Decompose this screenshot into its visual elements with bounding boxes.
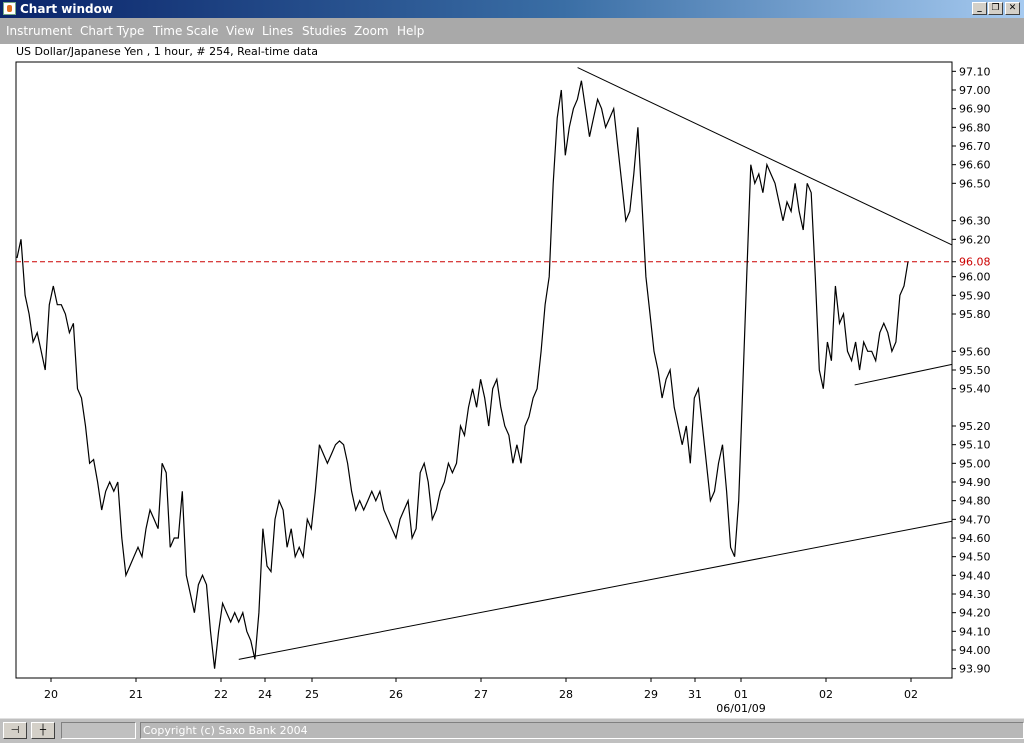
y-tick-label: 95.60 bbox=[959, 345, 991, 358]
menu-bar: Instrument Chart Type Time Scale View Li… bbox=[0, 18, 1024, 44]
y-tick-label: 95.10 bbox=[959, 439, 991, 452]
y-tick-label: 95.40 bbox=[959, 383, 991, 396]
x-tick-label: 26 bbox=[389, 688, 403, 701]
y-tick-label: 94.00 bbox=[959, 644, 991, 657]
x-tick-label: 22 bbox=[214, 688, 228, 701]
y-tick-label: 95.80 bbox=[959, 308, 991, 321]
y-tick-label: 94.20 bbox=[959, 607, 991, 620]
y-tick-label: 94.40 bbox=[959, 569, 991, 582]
y-tick-label: 93.90 bbox=[959, 663, 991, 676]
y-tick-label: 94.80 bbox=[959, 495, 991, 508]
x-date-label: 06/01/09 bbox=[716, 702, 765, 715]
y-tick-label: 97.00 bbox=[959, 84, 991, 97]
x-tick-label: 01 bbox=[734, 688, 748, 701]
y-tick-label: 96.90 bbox=[959, 103, 991, 116]
menu-studies[interactable]: Studies bbox=[302, 24, 347, 38]
y-tick-label: 96.80 bbox=[959, 121, 991, 134]
crosshair-icon: ┼ bbox=[39, 725, 47, 736]
y-tick-label: 94.10 bbox=[959, 625, 991, 638]
menu-instrument[interactable]: Instrument bbox=[6, 24, 72, 38]
menu-zoom[interactable]: Zoom bbox=[354, 24, 389, 38]
y-tick-label: 95.20 bbox=[959, 420, 991, 433]
menu-view[interactable]: View bbox=[226, 24, 254, 38]
y-tick-label: 96.50 bbox=[959, 177, 991, 190]
x-tick-label: 20 bbox=[44, 688, 58, 701]
y-tick-label: 96.30 bbox=[959, 215, 991, 228]
status-panel bbox=[61, 722, 136, 739]
crosshair-button[interactable]: ┼ bbox=[31, 722, 55, 739]
window-title: Chart window bbox=[20, 2, 113, 16]
y-tick-label: 96.60 bbox=[959, 159, 991, 172]
y-tick-label: 94.50 bbox=[959, 551, 991, 564]
x-tick-label: 24 bbox=[258, 688, 272, 701]
status-bar: ⊣ ┼ Copyright (c) Saxo Bank 2004 bbox=[0, 718, 1024, 743]
pin-icon: ⊣ bbox=[10, 725, 20, 736]
x-tick-label: 29 bbox=[644, 688, 658, 701]
close-button[interactable]: ✕ bbox=[1005, 2, 1020, 15]
x-tick-label: 02 bbox=[904, 688, 918, 701]
menu-help[interactable]: Help bbox=[397, 24, 424, 38]
x-tick-label: 27 bbox=[474, 688, 488, 701]
x-tick-label: 02 bbox=[819, 688, 833, 701]
y-tick-label: 96.20 bbox=[959, 233, 991, 246]
y-tick-label: 96.70 bbox=[959, 140, 991, 153]
copyright-text: Copyright (c) Saxo Bank 2004 bbox=[140, 722, 1024, 739]
y-tick-label: 95.50 bbox=[959, 364, 991, 377]
y-tick-label: 94.30 bbox=[959, 588, 991, 601]
y-tick-label: 96.08 bbox=[959, 256, 991, 269]
y-tick-label: 95.00 bbox=[959, 457, 991, 470]
x-tick-label: 28 bbox=[559, 688, 573, 701]
pin-button[interactable]: ⊣ bbox=[3, 722, 27, 739]
x-tick-label: 31 bbox=[688, 688, 702, 701]
menu-time-scale[interactable]: Time Scale bbox=[153, 24, 218, 38]
y-tick-label: 94.70 bbox=[959, 513, 991, 526]
x-tick-label: 21 bbox=[129, 688, 143, 701]
x-tick-label: 25 bbox=[305, 688, 319, 701]
y-tick-label: 96.00 bbox=[959, 271, 991, 284]
chart-panel[interactable]: US Dollar/Japanese Yen , 1 hour, # 254, … bbox=[0, 44, 1024, 718]
y-tick-label: 94.60 bbox=[959, 532, 991, 545]
y-tick-label: 97.10 bbox=[959, 65, 991, 78]
plot-frame bbox=[15, 61, 953, 679]
minimize-button[interactable]: _ bbox=[972, 2, 987, 15]
y-tick-label: 94.90 bbox=[959, 476, 991, 489]
title-bar: Chart window _ ❐ ✕ bbox=[0, 0, 1024, 18]
restore-button[interactable]: ❐ bbox=[988, 2, 1003, 15]
java-cup-icon bbox=[3, 2, 16, 15]
menu-lines[interactable]: Lines bbox=[262, 24, 293, 38]
menu-chart-type[interactable]: Chart Type bbox=[80, 24, 144, 38]
price-chart[interactable]: 97.10 97.00 96.90 96.80 96.70 96.60 96.50 96.30… bbox=[0, 44, 1024, 718]
y-tick-label: 95.90 bbox=[959, 289, 991, 302]
